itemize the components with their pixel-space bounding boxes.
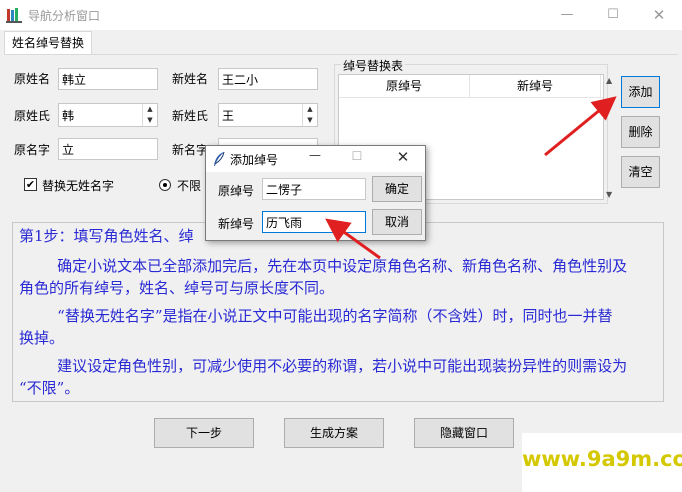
- annotation-arrows: [325, 96, 617, 260]
- watermark-area: www.9a9m.com: [522, 433, 682, 492]
- arrow-to-new-nickname: [325, 218, 381, 260]
- arrow-to-add-button: [544, 96, 617, 157]
- watermark-text: www.9a9m.com: [522, 447, 682, 471]
- main-window: 导航分析窗口 — ☐ ✕ 姓名绰号替换 原姓名 韩立 新姓名 王二小 原姓氏 韩…: [0, 0, 682, 492]
